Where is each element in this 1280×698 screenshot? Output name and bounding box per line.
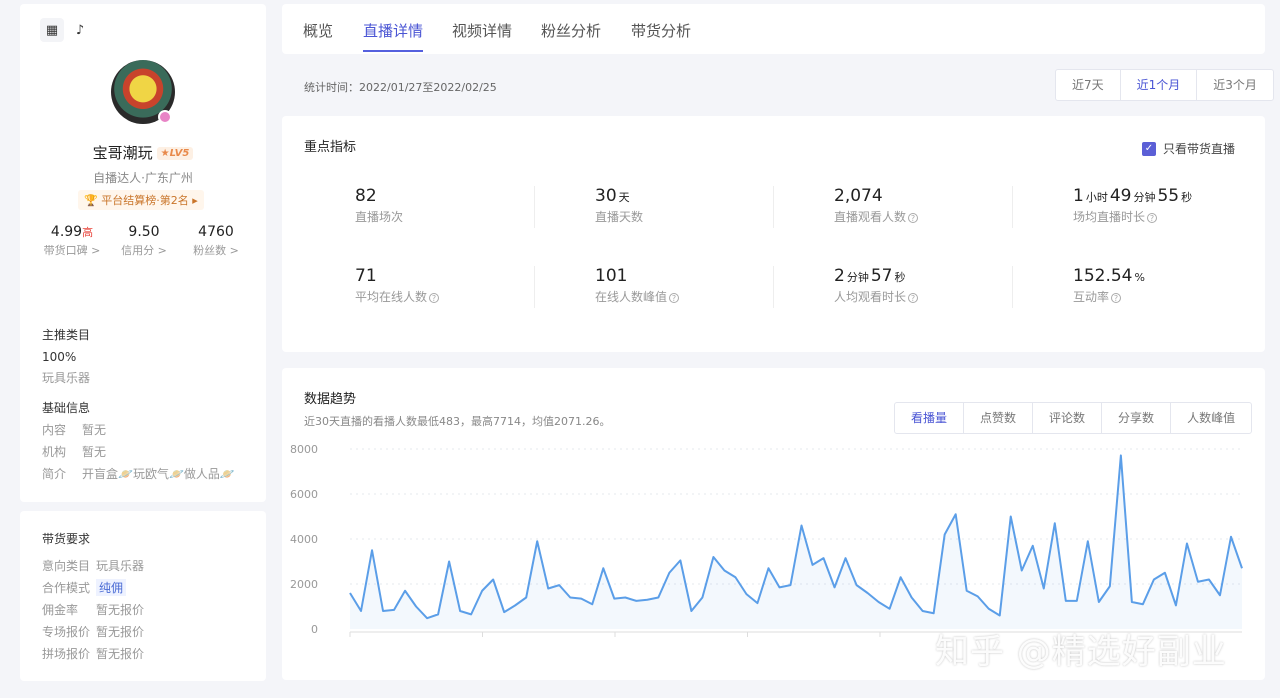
metric-label: 在线人数峰值 [595, 290, 668, 304]
tab-video-detail[interactable]: 视频详情 [452, 20, 512, 41]
req-row: 专场报价 暂无报价 [42, 625, 145, 639]
metric-value: 30 [595, 186, 617, 206]
metric-value: 1 [1073, 186, 1084, 206]
basic-org: 机构 暂无 [42, 445, 107, 459]
help-icon[interactable]: ? [908, 213, 919, 223]
stat-credit[interactable]: 9.50 信用分 > [104, 224, 184, 258]
metric-value: 2 [834, 266, 845, 286]
tab-sales[interactable]: 带货分析 [631, 20, 691, 41]
metric-unit: 秒 [894, 271, 906, 284]
help-icon[interactable]: ? [1111, 293, 1122, 303]
requirements-title: 带货要求 [42, 532, 91, 546]
metrics-title: 重点指标 [304, 140, 357, 155]
basic-intro: 简介 开盲盒🪐玩欧气🪐做人品🪐 [42, 467, 235, 481]
range-7d[interactable]: 近7天 [1056, 70, 1120, 100]
req-row: 拼场报价 暂无报价 [42, 647, 145, 661]
metric-label: 直播场次 [355, 210, 404, 224]
metric-label: 直播天数 [595, 210, 644, 224]
requirements-card: 带货要求 意向类目 玩具乐器 合作模式 纯佣 佣金率 暂无报价 专场报价 暂无报价 拼场… [20, 511, 266, 681]
streamer-name: 宝哥潮玩 [92, 144, 153, 162]
metric-unit: 天 [618, 191, 630, 204]
category-title: 主推类目 [42, 328, 91, 342]
range-1m[interactable]: 近1个月 [1119, 70, 1197, 100]
metric-item: 30 天直播天数 [534, 186, 773, 228]
only-sales-live-checkbox[interactable]: ✓ 只看带货直播 [1141, 140, 1235, 157]
stat-fans[interactable]: 4760 粉丝数 > [176, 224, 256, 258]
basic-content: 内容 暂无 [42, 423, 107, 437]
tab-overview[interactable]: 概览 [303, 20, 333, 41]
metric-value: 49 [1109, 186, 1132, 206]
live-badge-icon [158, 110, 172, 124]
tab-fans[interactable]: 粉丝分析 [541, 20, 601, 41]
metric-item: 2,074 直播观看人数? [773, 186, 1012, 228]
metric-item: 2 分钟 57 秒人均观看时长? [773, 266, 1012, 308]
req-row: 意向类目 玩具乐器 [42, 559, 145, 573]
metric-value: 82 [355, 186, 377, 206]
metric-value: 71 [355, 266, 377, 286]
basic-info-title: 基础信息 [42, 401, 91, 415]
qr-code-icon[interactable]: ▦ [40, 18, 64, 42]
metric-value: 2,074 [834, 186, 883, 206]
metric-label: 人均观看时长 [834, 290, 907, 304]
streamer-subtitle: 自播达人·广东广州 [93, 171, 193, 185]
douyin-icon[interactable]: ♪ [68, 18, 92, 42]
watermark: 知乎 @精选好副业 [935, 632, 1227, 672]
metric-unit: 秒 [1181, 191, 1193, 204]
level-badge: ★LV5 [156, 147, 194, 160]
metric-unit: % [1134, 271, 1145, 284]
metric-value: 101 [595, 266, 628, 286]
profile-card: ▦ ♪ 宝哥潮玩 ★LV5 自播达人·广东广州 🏆 平台结算榜·第2名 ▸ 4.9… [20, 4, 266, 502]
stat-reputation[interactable]: 4.99高 带货口碑 > [32, 224, 112, 258]
tab-live-detail[interactable]: 直播详情 [363, 20, 424, 52]
metric-value: 55 [1157, 186, 1180, 206]
range-3m[interactable]: 近3个月 [1196, 70, 1273, 100]
y-tick-label: 0 [311, 623, 318, 636]
help-icon[interactable]: ? [669, 293, 680, 303]
area-fill [350, 455, 1242, 629]
req-row: 佣金率 暂无报价 [42, 603, 145, 617]
metric-value: 152.54 [1073, 266, 1133, 286]
metric-label: 互动率 [1073, 290, 1110, 304]
help-icon[interactable]: ? [429, 293, 440, 303]
metric-label: 直播观看人数 [834, 210, 907, 224]
metric-item: 1 小时 49 分钟 55 秒场均直播时长? [1012, 186, 1251, 228]
key-metrics-card: 重点指标 ✓ 只看带货直播 82 直播场次 30 天直播天数 2,074 直播观看人数? 1 小… [282, 116, 1265, 352]
metric-label: 场均直播时长 [1073, 210, 1146, 224]
help-icon[interactable]: ? [1147, 213, 1158, 223]
y-tick-label: 6000 [290, 488, 318, 501]
metric-label: 平均在线人数 [355, 290, 428, 304]
y-tick-label: 2000 [290, 578, 318, 591]
metric-value: 57 [870, 266, 893, 286]
metric-unit: 分钟 [846, 271, 869, 284]
help-icon[interactable]: ? [908, 293, 919, 303]
metric-item: 101 在线人数峰值? [534, 266, 773, 308]
req-row: 合作模式 纯佣 [42, 579, 127, 596]
check-icon: ✓ [1141, 141, 1156, 156]
category-name: 玩具乐器 [42, 371, 91, 385]
metric-item: 152.54% 互动率? [1012, 266, 1251, 308]
y-tick-label: 8000 [290, 443, 318, 456]
date-range: 统计时间：2022/01/27至2022/02/25 [304, 81, 497, 94]
category-percent: 100% [42, 350, 77, 364]
y-tick-label: 4000 [290, 533, 318, 546]
rank-badge[interactable]: 🏆 平台结算榜·第2名 ▸ [78, 190, 204, 210]
metric-unit: 分钟 [1133, 191, 1156, 204]
metric-unit: 小时 [1085, 191, 1108, 204]
tab-bar: 概览 直播详情 视频详情 粉丝分析 带货分析 [282, 4, 1265, 54]
range-selector: 近7天 近1个月 近3个月 [1055, 69, 1274, 101]
